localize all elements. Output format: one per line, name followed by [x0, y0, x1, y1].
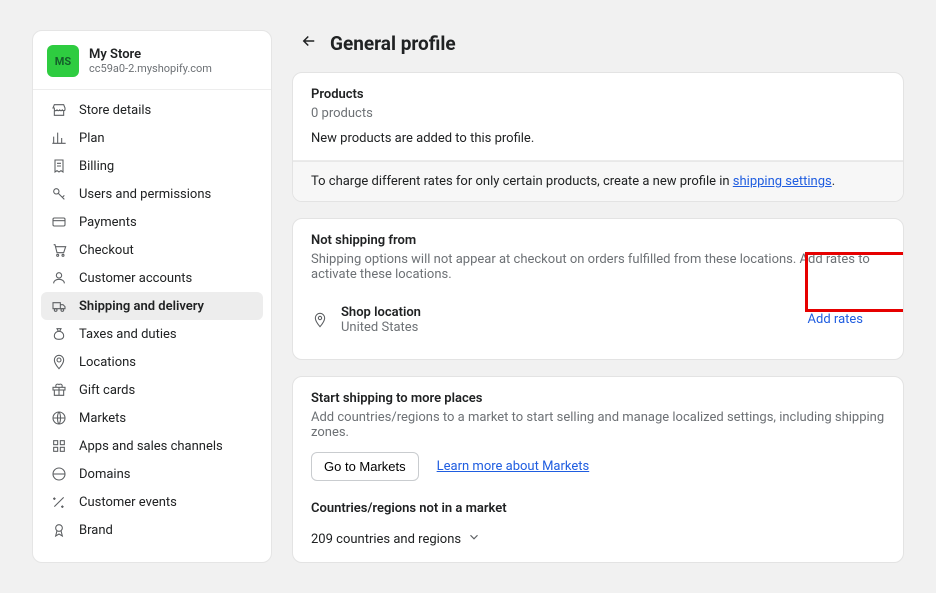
go-to-markets-button[interactable]: Go to Markets — [311, 452, 419, 481]
nav-brand[interactable]: Brand — [41, 516, 263, 544]
nav-domains[interactable]: Domains — [41, 460, 263, 488]
person-icon — [51, 270, 67, 286]
gift-icon — [51, 382, 67, 398]
chevron-down-icon — [467, 530, 481, 548]
location-icon — [311, 311, 329, 329]
store-domain: cc59a0-2.myshopify.com — [89, 62, 212, 75]
pin-icon — [51, 354, 67, 370]
key-icon — [51, 186, 67, 202]
nav-taxes[interactable]: Taxes and duties — [41, 320, 263, 348]
products-card: Products 0 products New products are add… — [292, 72, 904, 202]
nav-label: Plan — [79, 131, 105, 146]
nav-label: Markets — [79, 411, 126, 426]
nav-locations[interactable]: Locations — [41, 348, 263, 376]
nav-label: Checkout — [79, 243, 134, 258]
location-title: Shop location — [341, 305, 421, 320]
badge-icon — [51, 522, 67, 538]
nav-billing[interactable]: Billing — [41, 152, 263, 180]
banner-text-pre: To charge different rates for only certa… — [311, 174, 733, 189]
nav-label: Domains — [79, 467, 130, 482]
nav-label: Customer events — [79, 495, 177, 510]
nav-label: Apps and sales channels — [79, 439, 223, 454]
countries-expand[interactable]: 209 countries and regions — [311, 530, 885, 548]
nav-payments[interactable]: Payments — [41, 208, 263, 236]
truck-icon — [51, 298, 67, 314]
nav-label: Locations — [79, 355, 136, 370]
location-country: United States — [341, 320, 421, 335]
nav-label: Shipping and delivery — [79, 299, 204, 314]
nav-plan[interactable]: Plan — [41, 124, 263, 152]
products-banner: To charge different rates for only certa… — [293, 161, 903, 201]
main-content: General profile Products 0 products New … — [292, 30, 904, 563]
wand-icon — [51, 494, 67, 510]
markets-title: Start shipping to more places — [311, 391, 885, 406]
not-shipping-card: Not shipping from Shipping options will … — [292, 218, 904, 360]
not-shipping-title: Not shipping from — [311, 233, 885, 248]
products-desc: New products are added to this profile. — [311, 131, 885, 146]
bar-chart-icon — [51, 130, 67, 146]
learn-more-markets-link[interactable]: Learn more about Markets — [437, 459, 590, 474]
store-name: My Store — [89, 47, 212, 62]
page-title: General profile — [330, 32, 456, 55]
banner-text-post: . — [832, 174, 835, 189]
countries-count: 209 countries and regions — [311, 532, 461, 547]
nav-shipping[interactable]: Shipping and delivery — [41, 292, 263, 320]
products-title: Products — [311, 87, 885, 102]
nav-markets[interactable]: Markets — [41, 404, 263, 432]
products-count: 0 products — [311, 106, 885, 121]
credit-card-icon — [51, 214, 67, 230]
nav-label: Brand — [79, 523, 113, 538]
nav-apps[interactable]: Apps and sales channels — [41, 432, 263, 460]
nav-store-details[interactable]: Store details — [41, 96, 263, 124]
markets-desc: Add countries/regions to a market to sta… — [311, 410, 885, 440]
grid-icon — [51, 438, 67, 454]
nav-label: Payments — [79, 215, 137, 230]
store-avatar-text: MS — [55, 55, 71, 68]
not-shipping-desc: Shipping options will not appear at chec… — [311, 252, 885, 282]
store-avatar: MS — [47, 45, 79, 77]
nav-label: Taxes and duties — [79, 327, 177, 342]
nav-checkout[interactable]: Checkout — [41, 236, 263, 264]
nav-customer-events[interactable]: Customer events — [41, 488, 263, 516]
markets-card: Start shipping to more places Add countr… — [292, 376, 904, 563]
nav-label: Billing — [79, 159, 114, 174]
store-header: MS My Store cc59a0-2.myshopify.com — [33, 31, 271, 90]
nav-list: Store details Plan Billing Users and per… — [33, 90, 271, 550]
moneybag-icon — [51, 326, 67, 342]
globe-icon — [51, 410, 67, 426]
nav-users[interactable]: Users and permissions — [41, 180, 263, 208]
nav-label: Customer accounts — [79, 271, 192, 286]
nav-gift-cards[interactable]: Gift cards — [41, 376, 263, 404]
receipt-icon — [51, 158, 67, 174]
storefront-icon — [51, 102, 67, 118]
page-header: General profile — [292, 30, 904, 56]
back-button[interactable] — [298, 30, 320, 56]
nav-customer-accounts[interactable]: Customer accounts — [41, 264, 263, 292]
shipping-settings-link[interactable]: shipping settings — [733, 174, 832, 189]
nav-label: Gift cards — [79, 383, 135, 398]
globe2-icon — [51, 466, 67, 482]
add-rates-link[interactable]: Add rates — [786, 294, 885, 345]
nav-label: Store details — [79, 103, 151, 118]
cart-icon — [51, 242, 67, 258]
nav-label: Users and permissions — [79, 187, 211, 202]
sidebar: MS My Store cc59a0-2.myshopify.com Store… — [32, 30, 272, 563]
